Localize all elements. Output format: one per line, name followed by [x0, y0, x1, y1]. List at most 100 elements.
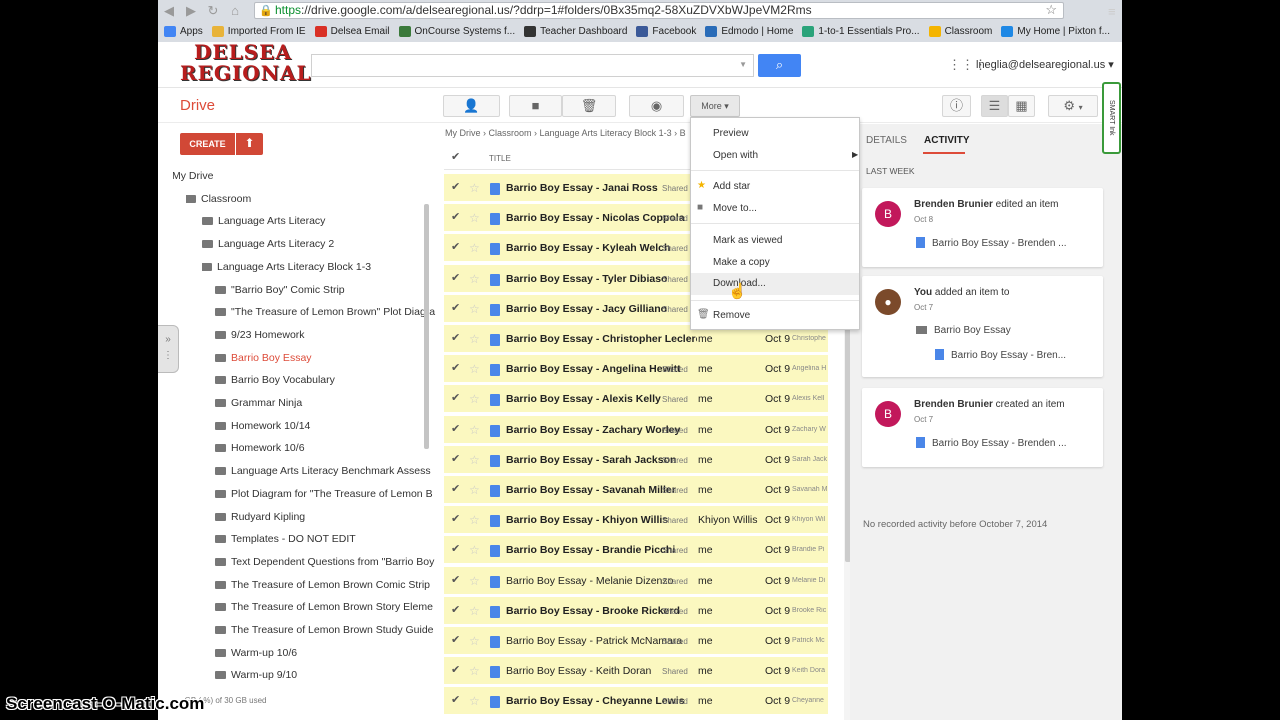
star-icon[interactable]: ☆	[469, 543, 480, 557]
bookmark-item[interactable]: Teacher Dashboard	[524, 25, 627, 37]
bookmark-item[interactable]: Apps	[164, 25, 203, 37]
title-column-header[interactable]: TITLE	[489, 154, 511, 163]
star-icon[interactable]: ☆	[469, 392, 480, 406]
sidebar-item[interactable]: ▾Classroom	[186, 191, 451, 207]
menu-item-open-with[interactable]: Open with ▶	[713, 150, 858, 161]
table-row[interactable]: ✔ ☆ Barrio Boy Essay - Patrick McNamara Sha…	[444, 627, 828, 655]
sidebar-item[interactable]: Warm-up 9/10	[215, 667, 480, 683]
row-checkbox[interactable]: ✔	[451, 333, 461, 344]
address-bar[interactable]: 🔒 https://drive.google.com/a/delsearegion…	[254, 2, 1064, 19]
sidebar-item[interactable]: Templates - DO NOT EDIT	[215, 531, 480, 547]
select-all-checkbox[interactable]: ✔	[451, 152, 461, 163]
sidebar-item[interactable]: "The Treasure of Lemon Brown" Plot Diagr…	[215, 304, 480, 320]
row-checkbox[interactable]: ✔	[451, 695, 461, 706]
table-row[interactable]: ✔ ☆ Barrio Boy Essay - Zachary Worley Share…	[444, 415, 828, 444]
row-checkbox[interactable]: ✔	[451, 272, 461, 283]
activity-folder[interactable]: Barrio Boy Essay	[916, 325, 1011, 336]
star-icon[interactable]: ☆	[469, 694, 480, 708]
sidebar-item[interactable]: "Barrio Boy" Comic Strip	[215, 282, 480, 298]
upload-button[interactable]: ⬆	[236, 133, 263, 155]
menu-item-download[interactable]: Download...	[691, 273, 859, 295]
menu-item-move-to[interactable]: Move to...	[713, 203, 757, 214]
star-icon[interactable]: ☆	[469, 604, 480, 618]
row-checkbox[interactable]: ✔	[451, 393, 461, 404]
star-icon[interactable]: ☆	[469, 272, 480, 286]
search-button[interactable]: ⌕	[758, 54, 801, 77]
row-checkbox[interactable]: ✔	[451, 635, 461, 646]
browser-menu-icon[interactable]: ≡	[1108, 4, 1116, 19]
sidebar-item[interactable]: ▾My Drive	[173, 168, 438, 184]
account-email[interactable]: lneglia@delsearegional.us ▾	[976, 58, 1114, 71]
row-checkbox[interactable]: ✔	[451, 665, 461, 676]
menu-item-make-copy[interactable]: Make a copy	[713, 257, 770, 268]
table-row[interactable]: ✔ ☆ Barrio Boy Essay - Savanah Miller Share…	[444, 476, 828, 504]
star-icon[interactable]: ☆	[469, 181, 480, 195]
sidebar-item[interactable]: Homework 10/6	[215, 440, 480, 456]
table-row[interactable]: ✔ ☆ Barrio Boy Essay - Keith Doran Shared me…	[444, 657, 828, 686]
star-icon[interactable]: ☆	[469, 664, 480, 678]
row-checkbox[interactable]: ✔	[451, 574, 461, 585]
star-icon[interactable]: ☆	[469, 332, 480, 346]
tab-activity[interactable]: ACTIVITY	[924, 135, 970, 146]
bookmark-item[interactable]: Facebook	[636, 25, 696, 37]
row-checkbox[interactable]: ✔	[451, 212, 461, 223]
smart-ink-tab[interactable]: SMART Ink	[1102, 82, 1121, 154]
breadcrumb[interactable]: My Drive › Classroom › Language Arts Lit…	[445, 128, 686, 138]
row-checkbox[interactable]: ✔	[451, 604, 461, 615]
table-row[interactable]: ✔ ☆ Barrio Boy Essay - Melanie Dizenzo Shar…	[444, 566, 828, 595]
sidebar-scrollbar[interactable]	[424, 204, 429, 449]
activity-card[interactable]: B Brenden Brunier created an item Oct 7 …	[862, 388, 1103, 467]
star-icon[interactable]: ☆	[469, 302, 480, 316]
star-icon[interactable]: ☆	[469, 574, 480, 588]
sidebar-item[interactable]: The Treasure of Lemon Brown Story Eleme	[215, 599, 480, 615]
bookmark-star-icon[interactable]: ☆	[1045, 3, 1057, 17]
sidebar-item[interactable]: Plot Diagram for "The Treasure of Lemon …	[215, 486, 480, 502]
bookmark-item[interactable]: Delsea Email	[314, 25, 390, 37]
bookmark-item[interactable]: 1-to-1 Essentials Pro...	[802, 25, 920, 37]
row-checkbox[interactable]: ✔	[451, 182, 461, 193]
row-checkbox[interactable]: ✔	[451, 363, 461, 374]
back-icon[interactable]: ◀	[158, 3, 180, 19]
activity-item[interactable]: Barrio Boy Essay - Bren...	[935, 349, 1066, 361]
row-checkbox[interactable]: ✔	[451, 453, 461, 464]
table-row[interactable]: ✔ ☆ Barrio Boy Essay - Angelina Hewitt Shar…	[444, 355, 828, 384]
sidebar-item[interactable]: The Treasure of Lemon Brown Study Guide	[215, 622, 480, 638]
search-options-icon[interactable]: ▼	[739, 60, 747, 69]
star-icon[interactable]: ☆	[469, 453, 480, 467]
star-icon[interactable]: ☆	[469, 211, 480, 225]
bookmark-item[interactable]: Classroom	[928, 25, 992, 37]
row-checkbox[interactable]: ✔	[451, 302, 461, 313]
reload-icon[interactable]: ↻	[202, 3, 224, 19]
sidebar-item[interactable]: Barrio Boy Essay	[215, 350, 480, 366]
activity-item[interactable]: Barrio Boy Essay - Brenden ...	[916, 237, 1067, 249]
table-row[interactable]: ✔ ☆ Barrio Boy Essay - Brooke Rickerd Share…	[444, 596, 828, 625]
table-row[interactable]: ✔ ☆ Barrio Boy Essay - Brandie Picchi Share…	[444, 536, 828, 565]
row-checkbox[interactable]: ✔	[451, 242, 461, 253]
activity-card[interactable]: B Brenden Brunier edited an item Oct 8 B…	[862, 188, 1103, 267]
forward-icon[interactable]: ▶	[180, 3, 202, 19]
file-name[interactable]: Barrio Boy Essay - Christopher Leclercq	[506, 333, 697, 345]
table-row[interactable]: ✔ ☆ Barrio Boy Essay - Cheyanne Lewis Share…	[444, 687, 828, 716]
sidebar-collapse-handle[interactable]: » ⋮	[158, 325, 179, 373]
bookmark-item[interactable]: Edmodo | Home	[705, 25, 793, 37]
sidebar-item[interactable]: The Treasure of Lemon Brown Comic Strip	[215, 577, 480, 593]
sidebar-item[interactable]: Rudyard Kipling	[215, 509, 480, 525]
list-view-button[interactable]: ☰	[981, 95, 1008, 117]
remove-button[interactable]: 🗑	[562, 95, 616, 117]
sidebar-item[interactable]: Barrio Boy Vocabulary	[215, 372, 480, 388]
row-checkbox[interactable]: ✔	[451, 514, 461, 525]
sidebar-item[interactable]: Text Dependent Questions from "Barrio Bo…	[215, 554, 480, 570]
star-icon[interactable]: ☆	[469, 423, 480, 437]
star-icon[interactable]: ☆	[469, 241, 480, 255]
more-button[interactable]: More ▾	[690, 95, 740, 117]
tab-details[interactable]: DETAILS	[866, 135, 907, 146]
drive-title[interactable]: Drive	[180, 97, 215, 114]
bookmark-item[interactable]: My Home | Pixton f...	[1001, 25, 1110, 37]
menu-item-remove[interactable]: Remove	[713, 310, 750, 321]
sidebar-item[interactable]: Homework 10/14	[215, 418, 480, 434]
star-icon[interactable]: ☆	[469, 483, 480, 497]
search-input[interactable]: ▼	[311, 54, 754, 77]
menu-item-mark-viewed[interactable]: Mark as viewed	[713, 235, 782, 246]
menu-item-add-star[interactable]: Add star	[713, 181, 750, 192]
menu-item-preview[interactable]: Preview	[713, 128, 749, 139]
